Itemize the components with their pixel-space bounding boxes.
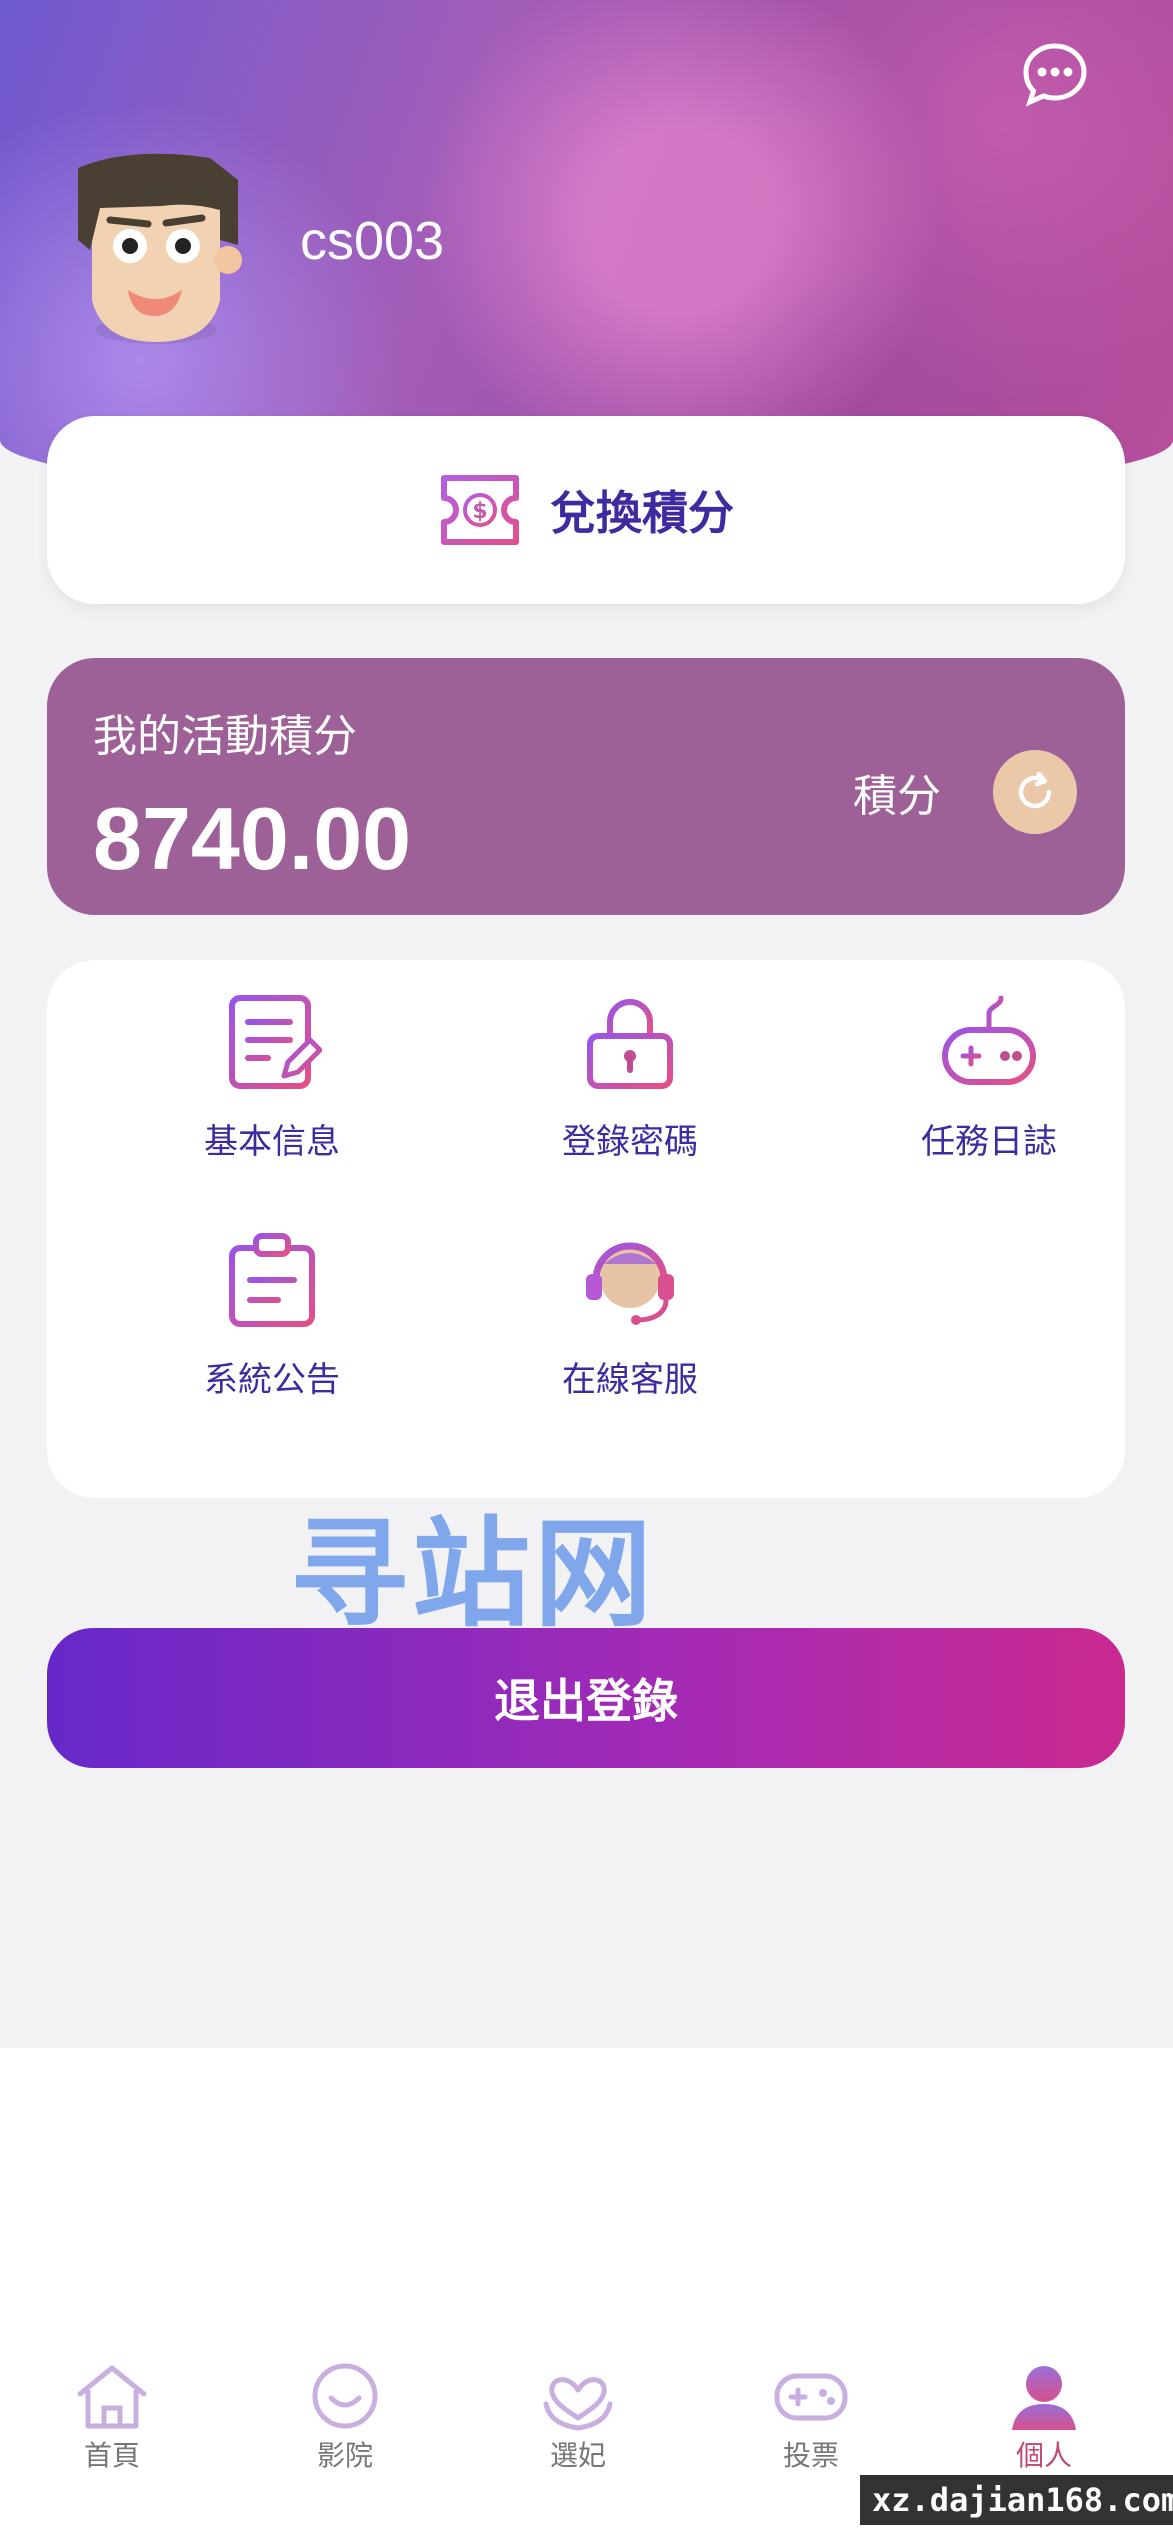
tab-label: 首頁 (83, 2439, 140, 2472)
username: cs003 (300, 211, 445, 271)
lock-icon (587, 999, 673, 1089)
watermark-main-text: 寻站网 (290, 1505, 657, 1643)
menu-item-password[interactable]: 登錄密碼 (470, 992, 790, 1163)
menu-item-announcement[interactable]: 系統公告 (112, 1230, 432, 1401)
tab-home[interactable]: 首頁 (12, 2360, 212, 2474)
menu-item-basic-info[interactable]: 基本信息 (112, 992, 432, 1163)
gamepad-icon (774, 2373, 848, 2421)
svg-text:$: $ (472, 499, 487, 524)
home-icon (77, 2365, 147, 2429)
announcement-icon (229, 1233, 315, 1327)
smile-icon (312, 2363, 378, 2429)
tab-profile[interactable]: 個人 (944, 2360, 1144, 2474)
points-value: 8740.00 (93, 789, 412, 888)
headset-support-icon (586, 1242, 674, 1325)
heart-person-icon (543, 2377, 613, 2431)
points-card: 我的活動積分 8740.00 積分 (47, 658, 1125, 915)
tab-label: 投票 (782, 2439, 839, 2472)
menu-item-support[interactable]: 在線客服 (470, 1230, 790, 1401)
menu-item-label: 登錄密碼 (562, 1122, 698, 1162)
logout-button[interactable]: 退出登錄 (47, 1628, 1125, 1768)
gamepad-icon (942, 995, 1036, 1085)
tab-label: 影院 (316, 2439, 373, 2472)
user-icon (1012, 2366, 1076, 2430)
tab-select[interactable]: 選妃 (478, 2360, 678, 2474)
tab-cinema[interactable]: 影院 (245, 2360, 445, 2474)
exchange-points-label: 兌換積分 (550, 486, 734, 540)
refresh-points-button[interactable] (993, 750, 1077, 834)
edit-document-icon (229, 995, 322, 1089)
coupon-dollar-icon: $ (441, 475, 519, 545)
refresh-icon (1018, 771, 1052, 809)
points-unit: 積分 (853, 771, 941, 822)
avatar[interactable] (70, 150, 242, 350)
menu-item-task-log[interactable]: 任務日誌 (829, 992, 1149, 1163)
tab-vote[interactable]: 投票 (711, 2360, 911, 2474)
menu-grid: 基本信息 登錄密碼 任務日誌 系統公告 在線客服 (47, 960, 1125, 1498)
corner-watermark: xz.dajian168.com (860, 2475, 1173, 2525)
message-button[interactable] (1020, 40, 1090, 110)
chat-bubble-icon (1023, 43, 1087, 107)
points-title: 我的活動積分 (93, 711, 357, 762)
cartoon-avatar-icon (78, 153, 242, 344)
menu-item-label: 在線客服 (562, 1360, 698, 1400)
menu-item-label: 基本信息 (204, 1122, 340, 1162)
menu-item-label: 系統公告 (204, 1360, 340, 1400)
tab-label: 選妃 (549, 2439, 606, 2472)
tab-label: 個人 (1015, 2439, 1072, 2472)
exchange-points-button[interactable]: $ 兌換積分 (47, 416, 1125, 604)
menu-item-label: 任務日誌 (921, 1122, 1057, 1162)
